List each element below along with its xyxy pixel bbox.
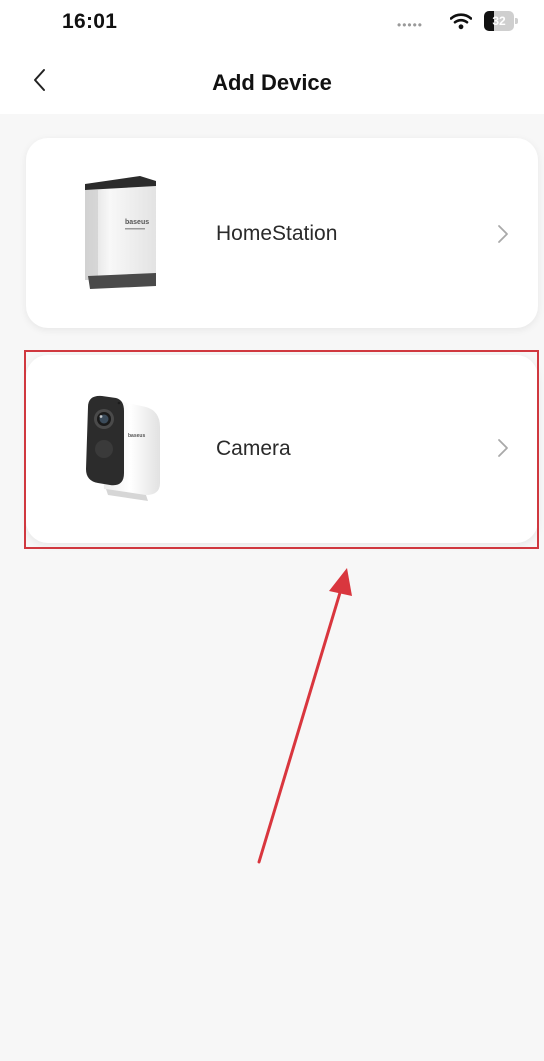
wifi-icon — [450, 13, 472, 30]
svg-text:baseus: baseus — [125, 219, 149, 226]
camera-device-image: baseus — [86, 395, 160, 501]
device-label-camera: Camera — [216, 437, 291, 460]
device-card-camera[interactable]: baseus Camera — [26, 355, 538, 543]
device-card-homestation[interactable]: baseus HomeStation — [26, 138, 538, 328]
chevron-right-icon — [498, 439, 508, 457]
svg-text:baseus: baseus — [128, 433, 145, 439]
status-time: 16:01 — [62, 10, 118, 33]
device-label-homestation: HomeStation — [216, 222, 338, 245]
battery-icon: 32 — [484, 11, 518, 31]
battery-level: 32 — [492, 14, 506, 28]
page-title: Add Device — [212, 70, 332, 95]
homestation-device-image: baseus — [85, 176, 156, 289]
status-bar: 16:01 ••••• 32 — [0, 0, 544, 44]
signal-dots-icon: ••••• — [397, 18, 424, 32]
navigation-bar: Add Device — [0, 50, 544, 114]
chevron-right-icon — [498, 225, 508, 243]
